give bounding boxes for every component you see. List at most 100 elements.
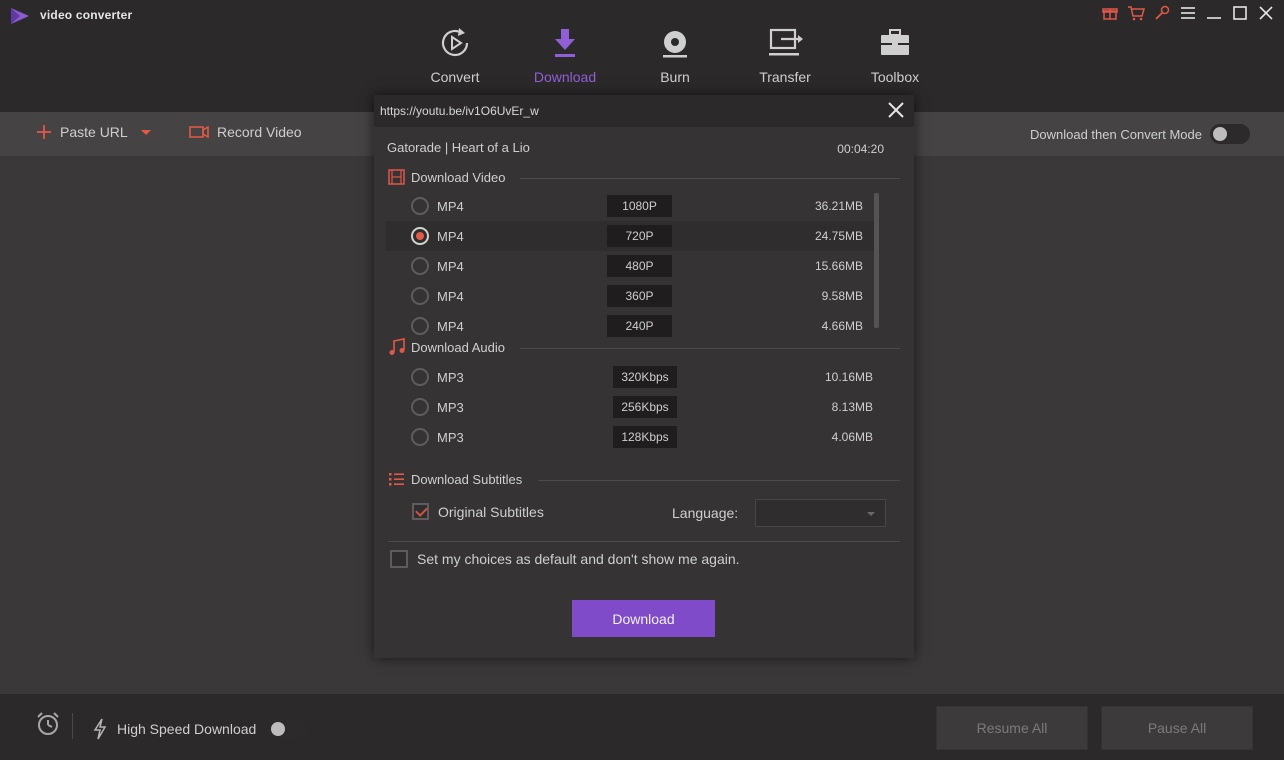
disc-icon [663,31,687,58]
size-label: 9.58MB [821,289,863,303]
quality-badge: 256Kbps [613,396,677,418]
radio-button[interactable] [411,317,429,335]
format-label: MP4 [437,318,464,334]
default-choice-checkbox[interactable] [390,550,408,568]
app-title: video converter [40,8,133,22]
download-icon [555,29,575,57]
download-subtitles-label: Download Subtitles [411,472,523,487]
paste-url-label: Paste URL [60,124,128,140]
main-nav: Convert Download Burn Transfer Toolbox [400,24,950,85]
convert-mode-toggle[interactable] [1210,124,1250,144]
default-choice-label: Set my choices as default and don't show… [417,551,740,567]
lightning-icon [93,718,107,740]
radio-button[interactable] [411,287,429,305]
menu-icon[interactable] [1178,3,1198,23]
maximize-icon[interactable] [1230,3,1250,23]
format-label: MP4 [437,198,464,214]
camera-icon [189,125,209,139]
section-divider [520,178,900,179]
nav-toolbox-label: Toolbox [870,69,920,85]
radio-button[interactable] [411,398,429,416]
quality-badge: 720P [607,225,672,247]
plus-icon [37,125,51,139]
format-label: MP4 [437,228,464,244]
radio-button[interactable] [411,257,429,275]
nav-transfer-label: Transfer [759,69,811,85]
nav-download-label: Download [533,69,597,85]
video-option-row[interactable]: MP4 360P 9.58MB [386,281,874,311]
video-option-row[interactable]: MP4 240P 4.66MB [386,311,874,341]
radio-button[interactable] [411,368,429,386]
scrollbar[interactable] [874,193,879,328]
pause-all-button[interactable]: Pause All [1101,706,1253,750]
audio-option-row[interactable]: MP3 320Kbps 10.16MB [386,362,874,392]
minimize-icon[interactable] [1204,3,1224,23]
original-subtitles-option[interactable]: Original Subtitles [412,503,544,520]
record-video-button[interactable]: Record Video [189,124,302,140]
format-label: MP4 [437,288,464,304]
close-window-icon[interactable] [1256,3,1276,23]
music-note-icon [389,338,405,355]
high-speed-toggle[interactable] [268,719,309,739]
nav-burn-label: Burn [660,69,690,85]
download-video-heading: Download Video [388,169,505,185]
paste-url-button[interactable]: Paste URL [36,124,152,140]
default-choice-option[interactable]: Set my choices as default and don't show… [390,550,740,568]
download-video-label: Download Video [411,169,506,185]
size-label: 4.06MB [831,430,873,444]
close-icon[interactable] [886,100,906,120]
nav-toolbox[interactable]: Toolbox [840,24,950,85]
app-logo-icon [11,8,29,24]
convert-mode: Download then Convert Mode [1030,124,1250,144]
quality-badge: 1080P [607,195,672,217]
record-video-label: Record Video [217,124,302,140]
audio-option-row[interactable]: MP3 256Kbps 8.13MB [386,392,874,422]
format-label: MP3 [437,429,464,445]
size-label: 36.21MB [814,199,863,213]
audio-option-row[interactable]: MP3 128Kbps 4.06MB [386,422,874,452]
download-audio-heading: Download Audio [388,338,505,356]
dialog-header: https://youtu.be/iv1O6UvEr_w [374,95,914,127]
quality-badge: 320Kbps [613,366,677,388]
chevron-down-icon[interactable] [140,127,152,137]
quality-badge: 480P [607,255,672,277]
nav-transfer[interactable]: Transfer [730,24,840,85]
format-label: MP3 [437,399,464,415]
quality-badge: 360P [607,285,672,307]
key-icon[interactable] [1152,3,1172,23]
original-subtitles-checkbox[interactable] [412,503,429,520]
resume-all-button[interactable]: Resume All [936,706,1088,750]
size-label: 4.66MB [821,319,863,333]
high-speed-download: High Speed Download [93,718,309,740]
quality-badge: 240P [607,315,672,337]
nav-convert[interactable]: Convert [400,24,510,85]
language-label: Language: [672,505,739,521]
download-audio-label: Download Audio [411,339,505,355]
section-divider [538,480,900,481]
alarm-clock-icon[interactable] [35,711,61,737]
quality-badge: 128Kbps [613,426,677,448]
video-duration: 00:04:20 [837,142,884,156]
nav-burn[interactable]: Burn [620,24,730,85]
toolbox-icon [881,29,909,55]
radio-button[interactable] [411,197,429,215]
film-icon [388,169,405,185]
gift-icon[interactable] [1100,3,1120,23]
format-label: MP4 [437,258,464,274]
video-option-row[interactable]: MP4 480P 15.66MB [386,251,874,281]
download-button[interactable]: Download [572,600,715,637]
size-label: 8.13MB [831,400,873,414]
video-option-row[interactable]: MP4 1080P 36.21MB [386,191,874,221]
download-subtitles-heading: Download Subtitles [388,472,522,487]
radio-button[interactable] [411,428,429,446]
language-select[interactable] [755,499,886,527]
list-icon [389,473,404,486]
divider [72,713,73,739]
nav-download[interactable]: Download [510,24,620,85]
cart-icon[interactable] [1126,3,1146,23]
nav-convert-label: Convert [430,69,480,85]
convert-icon [441,28,469,57]
download-options-dialog: https://youtu.be/iv1O6UvEr_w Gatorade | … [374,95,914,658]
radio-button[interactable] [411,227,429,245]
video-option-row[interactable]: MP4 720P 24.75MB [386,221,874,251]
